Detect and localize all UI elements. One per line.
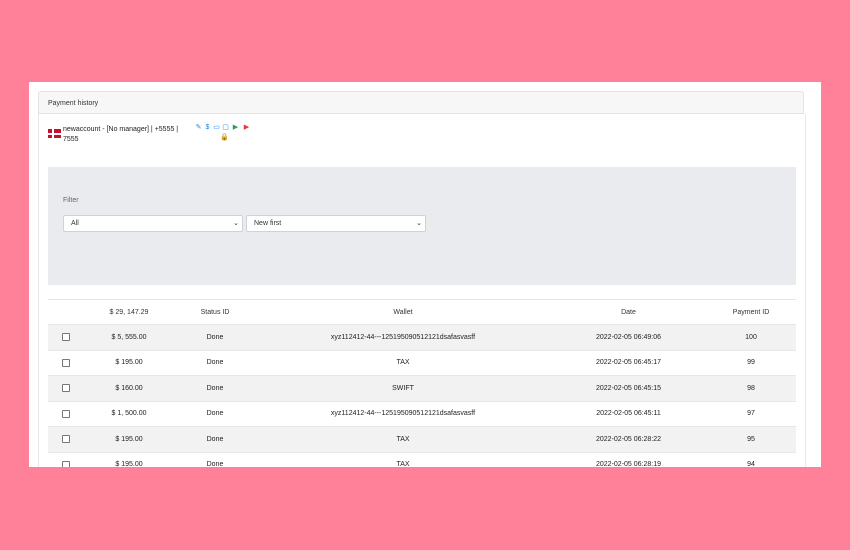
card-header: Payment history <box>38 91 804 114</box>
checkbox-cell <box>48 324 83 350</box>
payment-id-cell: 98 <box>706 375 796 401</box>
amount-cell: $ 195.00 <box>83 426 175 452</box>
payment-id-cell: 95 <box>706 426 796 452</box>
amount-cell: $ 195.00 <box>83 451 175 467</box>
payment-table: $ 29, 147.29 Status ID Wallet Date Payme… <box>48 299 796 467</box>
row-checkbox[interactable] <box>61 435 70 444</box>
status-cell: Done <box>175 451 255 467</box>
date-column-header[interactable]: Date <box>551 299 706 325</box>
amount-cell: $ 160.00 <box>83 375 175 401</box>
order-filter-value: New first <box>254 220 282 227</box>
wallet-cell: TAX <box>255 349 551 376</box>
youtube-icon[interactable]: ▶ <box>243 124 250 131</box>
row-checkbox[interactable] <box>61 358 70 367</box>
row-checkbox[interactable] <box>61 333 70 342</box>
row-checkbox[interactable] <box>61 384 70 393</box>
card-title: Payment history <box>48 100 99 107</box>
checkbox-cell <box>48 426 83 452</box>
date-cell: 2022-02-05 06:49:06 <box>551 324 706 350</box>
filter-panel: Filter All ⌄ New first ⌄ <box>48 167 796 285</box>
order-filter-select[interactable]: New first ⌄ <box>246 215 426 232</box>
amount-cell: $ 1, 500.00 <box>83 400 175 427</box>
wallet-cell: TAX <box>255 426 551 452</box>
payment-id-cell: 99 <box>706 349 796 376</box>
payment-id-cell: 100 <box>706 324 796 350</box>
row-checkbox[interactable] <box>61 409 70 418</box>
comment-icon[interactable]: ▢ <box>222 124 229 131</box>
wallet-cell: xyz112412-44---125195090512121dsafasvasf… <box>255 400 551 427</box>
payment-id-cell: 97 <box>706 400 796 427</box>
status-cell: Done <box>175 400 255 427</box>
dollar-icon[interactable]: $ <box>204 124 211 131</box>
checkbox-cell <box>48 451 83 467</box>
table-row: $ 195.00 Done TAX 2022-02-05 06:45:17 99 <box>48 349 796 376</box>
checkbox-cell <box>48 349 83 376</box>
denmark-flag-icon <box>48 129 61 138</box>
date-cell: 2022-02-05 06:45:15 <box>551 375 706 401</box>
status-cell: Done <box>175 375 255 401</box>
checkbox-cell <box>48 375 83 401</box>
chevron-down-icon: ⌄ <box>416 220 422 227</box>
amount-cell: $ 5, 555.00 <box>83 324 175 350</box>
status-cell: Done <box>175 349 255 376</box>
app-window: Payment history newaccount - [No manager… <box>29 82 821 467</box>
total-amount: $ 29, 147.29 <box>83 299 175 325</box>
wallet-cell: SWIFT <box>255 375 551 401</box>
table-row: $ 195.00 Done TAX 2022-02-05 06:28:22 95 <box>48 426 796 452</box>
account-text: newaccount - [No manager] | +5555 | 7555 <box>63 125 183 145</box>
account-line-1: newaccount - [No manager] | +5555 | <box>63 126 179 133</box>
table-row: $ 5, 555.00 Done xyz112412-44---1251950905… <box>48 324 796 350</box>
wallet-column-header[interactable]: Wallet <box>255 299 551 325</box>
chevron-down-icon: ⌄ <box>233 220 239 227</box>
date-cell: 2022-02-05 06:45:11 <box>551 400 706 427</box>
payment-id-column-header[interactable]: Payment ID <box>706 299 796 325</box>
filter-label: Filter <box>63 197 79 204</box>
status-filter-select[interactable]: All ⌄ <box>63 215 243 232</box>
lock-icon[interactable]: 🔒 <box>220 134 229 141</box>
amount-cell: $ 195.00 <box>83 349 175 376</box>
edit-icon[interactable]: ✎ <box>195 124 202 131</box>
status-cell: Done <box>175 426 255 452</box>
date-cell: 2022-02-05 06:45:17 <box>551 349 706 376</box>
table-row: $ 195.00 Done TAX 2022-02-05 06:28:19 94 <box>48 451 796 467</box>
select-column-header <box>48 299 83 325</box>
video-icon[interactable]: ▶ <box>232 124 239 131</box>
row-checkbox[interactable] <box>61 460 70 467</box>
table-row: $ 160.00 Done SWIFT 2022-02-05 06:45:15 98 <box>48 375 796 401</box>
status-cell: Done <box>175 324 255 350</box>
date-cell: 2022-02-05 06:28:19 <box>551 451 706 467</box>
table-row: $ 1, 500.00 Done xyz112412-44---1251950905… <box>48 400 796 427</box>
calendar-icon[interactable]: ▭ <box>213 124 220 131</box>
payment-id-cell: 94 <box>706 451 796 467</box>
table-header-row: $ 29, 147.29 Status ID Wallet Date Payme… <box>48 299 796 325</box>
status-column-header[interactable]: Status ID <box>175 299 255 325</box>
checkbox-cell <box>48 400 83 427</box>
account-line-2: 7555 <box>63 136 79 143</box>
wallet-cell: xyz112412-44---125195090512121dsafasvasf… <box>255 324 551 350</box>
wallet-cell: TAX <box>255 451 551 467</box>
status-filter-value: All <box>71 220 79 227</box>
date-cell: 2022-02-05 06:28:22 <box>551 426 706 452</box>
